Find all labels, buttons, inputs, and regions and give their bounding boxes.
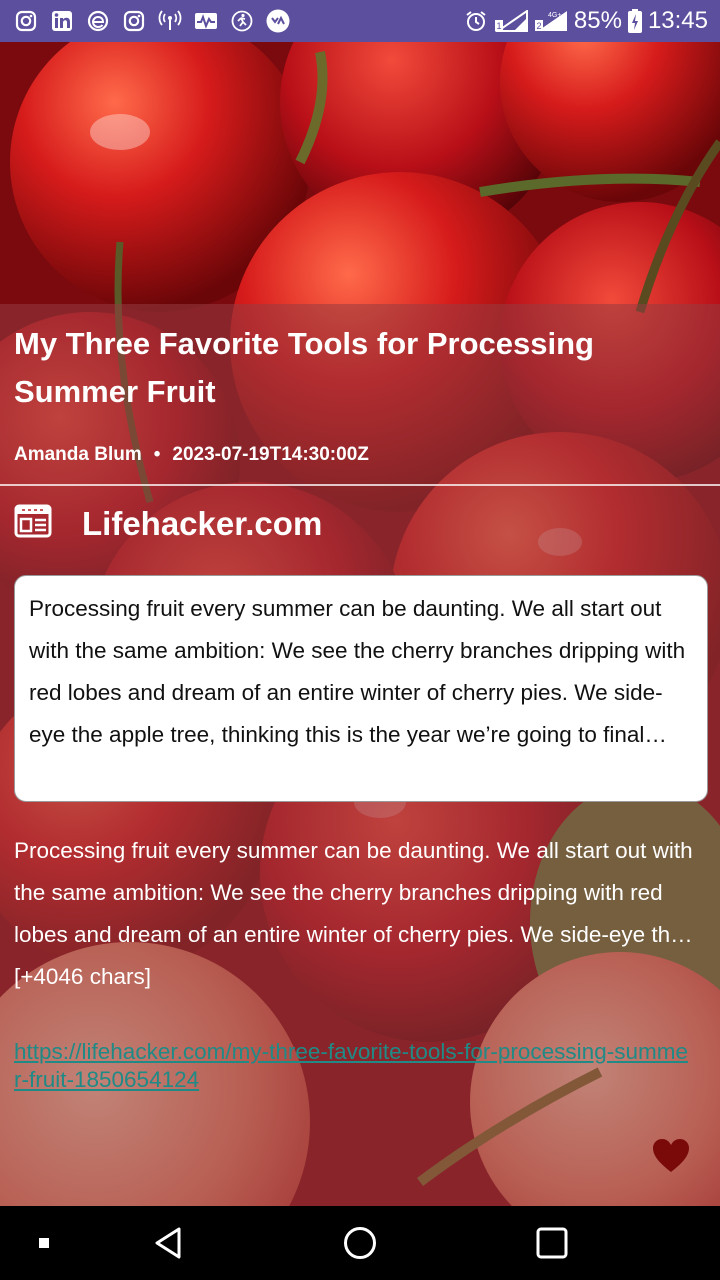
activity-icon (194, 9, 218, 33)
app-icon (266, 9, 290, 33)
status-bar: 1 2 4G+ 85% 13:45 (0, 0, 720, 42)
instagram-icon (14, 9, 38, 33)
notification-icons (0, 9, 290, 33)
publish-date: 2023-07-19T14:30:00Z (172, 444, 369, 465)
home-icon[interactable] (330, 1206, 390, 1280)
fitness-icon (230, 9, 254, 33)
svg-text:4G+: 4G+ (548, 12, 561, 19)
menu-dot-icon[interactable] (24, 1206, 64, 1280)
system-status: 1 2 4G+ 85% 13:45 (464, 7, 720, 35)
wifi-calling-icon (158, 9, 182, 33)
description-card[interactable]: Processing fruit every summer can be dau… (14, 575, 708, 802)
instagram-icon (122, 9, 146, 33)
back-icon[interactable] (138, 1206, 198, 1280)
navigation-bar (0, 1206, 720, 1280)
recents-icon[interactable] (522, 1206, 582, 1280)
edge-browser-icon (86, 9, 110, 33)
divider (0, 484, 720, 486)
source-row[interactable]: Lifehacker.com (14, 504, 322, 543)
article-title: My Three Favorite Tools for Processing S… (14, 326, 594, 409)
battery-percent: 85% (573, 7, 622, 34)
alarm-icon (464, 9, 488, 33)
signal-sim1-icon: 1 (494, 9, 528, 33)
linkedin-icon (50, 9, 74, 33)
source-name: Lifehacker.com (82, 504, 323, 542)
clock: 13:45 (647, 7, 708, 34)
article-content: Processing fruit every summer can be dau… (14, 838, 693, 989)
svg-text:2: 2 (536, 21, 541, 31)
meta-separator: • (153, 444, 161, 465)
author-name: Amanda Blum (14, 444, 142, 465)
article-link[interactable]: https://lifehacker.com/my-three-favorite… (14, 1038, 694, 1094)
newspaper-icon (14, 504, 52, 543)
signal-sim2-icon: 2 4G+ (534, 9, 568, 33)
svg-text:1: 1 (496, 21, 501, 31)
heart-icon[interactable] (652, 1138, 690, 1174)
battery-charging-icon (627, 9, 642, 33)
article-meta: Amanda Blum • 2023-07-19T14:30:00Z (14, 444, 369, 466)
